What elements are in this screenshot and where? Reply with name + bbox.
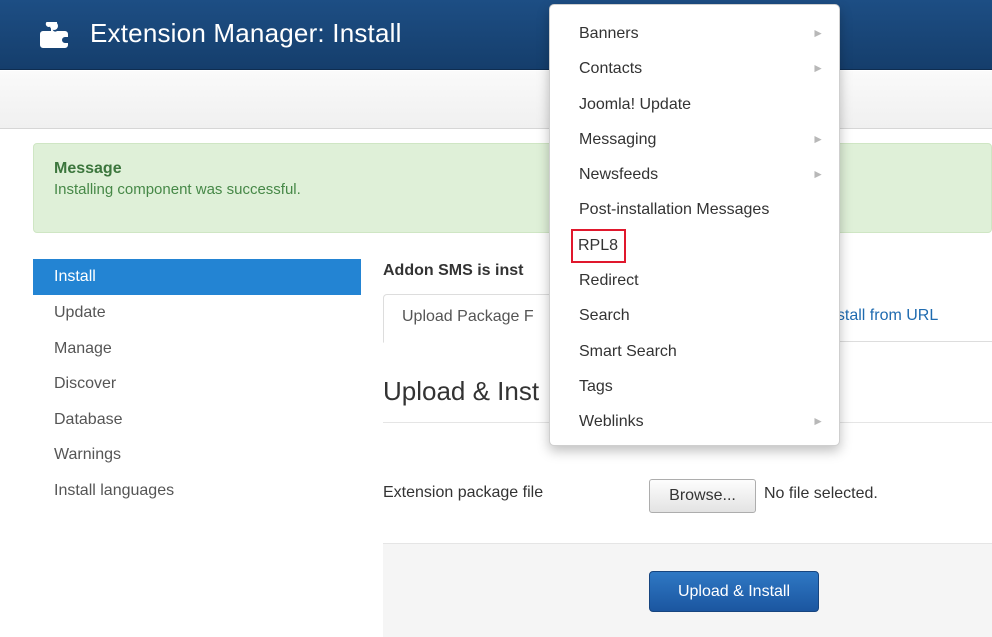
no-file-text: No file selected. [764,485,878,502]
section-title: Upload & Inst [383,376,540,406]
menu-item-label: Banners [579,25,639,42]
sidebar: Install Update Manage Discover Database … [33,259,361,508]
menu-item-tags[interactable]: Tags [550,369,839,404]
menu-item-label: Post-installation Messages [579,201,770,219]
menu-item-label: Tags [579,377,613,395]
menu-item-rpl8[interactable]: RPL8 [550,228,839,263]
sidebar-item-warnings[interactable]: Warnings [33,437,361,473]
menu-item-label: Contacts [579,60,643,78]
menu-item-label: Newsfeeds [579,166,659,184]
sidebar-item-database[interactable]: Database [33,402,361,438]
menu-item-messaging[interactable]: Messaging ► [550,122,839,157]
file-field-label: Extension package file [383,484,544,501]
menu-item-label: Search [579,307,630,325]
page-title: Extension Manager: Install [90,18,402,48]
message-text: Installing component was successful. [54,181,301,198]
sidebar-item-install[interactable]: Install [33,259,361,295]
components-dropdown-menu: Banners ► Contacts ► Joomla! Update Messag… [549,4,840,446]
menu-item-smart-search[interactable]: Smart Search [550,334,839,369]
chevron-right-icon: ► [812,131,824,146]
menu-item-label: Smart Search [579,342,677,360]
tab-install-from-url[interactable]: nstall from URL [828,307,938,325]
puzzle-icon [40,22,68,48]
sidebar-item-manage[interactable]: Manage [33,331,361,367]
sidebar-item-install-languages[interactable]: Install languages [33,473,361,509]
menu-item-weblinks[interactable]: Weblinks ► [550,404,839,439]
menu-item-contacts[interactable]: Contacts ► [550,51,839,86]
toolbar [0,71,992,129]
upload-install-button[interactable]: Upload & Install [649,571,819,612]
success-message: Message Installing component was success… [33,143,992,233]
chevron-right-icon: ► [812,26,824,40]
menu-item-label: Redirect [579,272,639,290]
sidebar-item-discover[interactable]: Discover [33,366,361,402]
addon-install-message: Addon SMS is inst [383,262,524,279]
chevron-right-icon: ► [812,167,824,182]
menu-item-post-installation-messages[interactable]: Post-installation Messages [550,192,839,227]
message-title: Message [54,160,122,177]
menu-item-joomla-update[interactable]: Joomla! Update [550,87,839,122]
menu-item-newsfeeds[interactable]: Newsfeeds ► [550,157,839,192]
menu-item-label: Messaging [579,130,657,148]
browse-button[interactable]: Browse... [649,479,756,513]
menu-item-label: Joomla! Update [579,95,692,113]
menu-item-label-highlighted: RPL8 [571,228,627,263]
tab-upload-package[interactable]: Upload Package F [383,294,563,343]
menu-item-banners[interactable]: Banners ► [550,16,839,51]
form-actions: Upload & Install [383,543,992,637]
menu-item-search[interactable]: Search [550,298,839,333]
sidebar-item-update[interactable]: Update [33,295,361,331]
chevron-right-icon: ► [812,414,824,429]
chevron-right-icon: ► [812,61,824,76]
app-header: Extension Manager: Install [0,0,992,70]
menu-item-redirect[interactable]: Redirect [550,263,839,298]
menu-item-label: Weblinks [579,413,644,431]
